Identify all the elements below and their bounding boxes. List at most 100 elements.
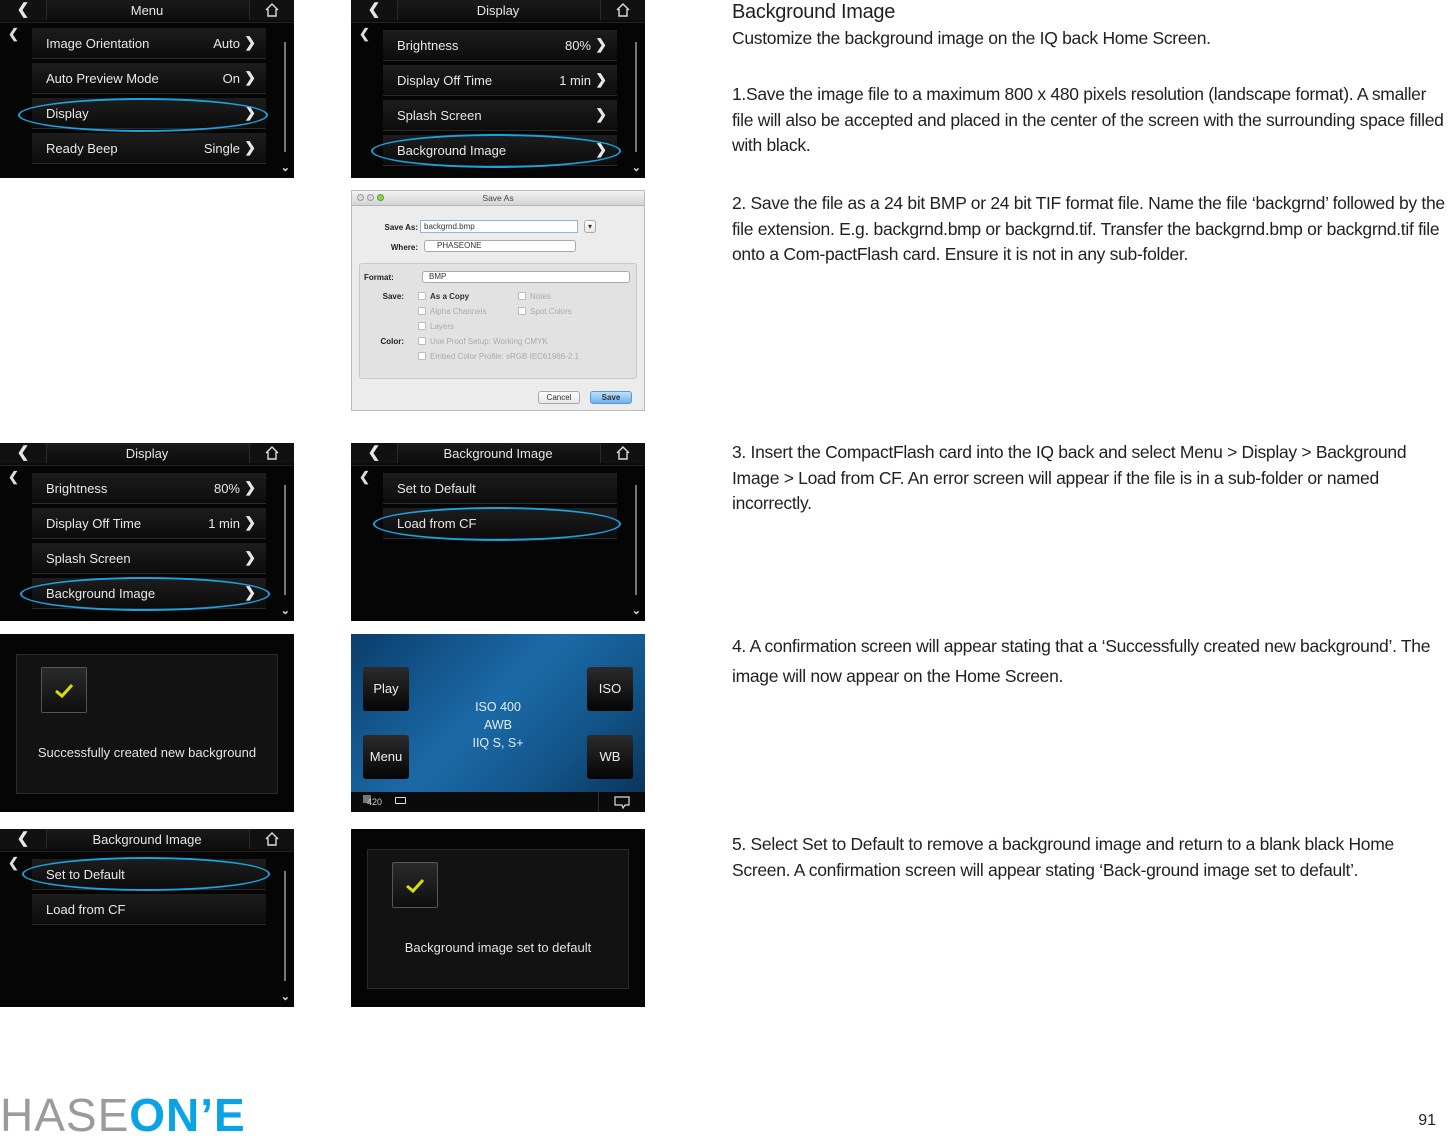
home-button[interactable] (249, 0, 294, 20)
menu-item-load-from-cf[interactable]: Load from CF (32, 894, 266, 925)
confirm-button[interactable] (392, 862, 438, 908)
menu-item-auto-preview-mode[interactable]: Auto Preview Mode On ❯ (32, 63, 266, 94)
alpha-channels-checkbox[interactable] (418, 307, 426, 315)
menu-item-set-to-default[interactable]: Set to Default (383, 473, 617, 504)
option-label: Spot Colors (530, 307, 572, 316)
save-as-dialog: Save As Save As: backgrnd.bmp ▾ Where: P… (351, 190, 645, 411)
chevron-right-icon: ❯ (244, 549, 256, 565)
minimize-window-icon[interactable] (367, 194, 374, 201)
option-label: Alpha Channels (430, 307, 487, 316)
cancel-button[interactable]: Cancel (538, 391, 580, 404)
back-button[interactable]: ❮ (0, 829, 47, 849)
message-icon (614, 796, 630, 810)
message-button[interactable] (598, 792, 645, 812)
confirm-button[interactable] (41, 667, 87, 713)
menu-item-load-from-cf[interactable]: Load from CF (383, 508, 617, 539)
home-screen: Play Menu ISO WB ISO 400 AWB IIQ S, S+ 4… (351, 634, 645, 812)
chevron-right-icon: ❯ (595, 71, 607, 87)
menu-item-background-image[interactable]: Background Image ❯ (32, 578, 266, 609)
screen-title: Display (476, 3, 520, 18)
home-icon (616, 446, 630, 460)
dialog-titlebar: Save As (352, 191, 644, 206)
format-select[interactable]: BMP (422, 271, 630, 283)
item-label: Image Orientation (46, 36, 150, 51)
menu-item-brightness[interactable]: Brightness 80% ❯ (32, 473, 266, 504)
screen-header: ❮ Menu (0, 0, 294, 23)
color-label: Color: (380, 337, 404, 346)
scrollbar[interactable] (284, 42, 286, 152)
scrollbar[interactable] (284, 485, 286, 595)
iso-info: ISO 400 (475, 700, 521, 714)
wb-button[interactable]: WB (587, 735, 633, 779)
menu-item-image-orientation[interactable]: Image Orientation Auto ❯ (32, 28, 266, 59)
spot-colors-checkbox[interactable] (518, 307, 526, 315)
layers-checkbox[interactable] (418, 322, 426, 330)
menu-item-brightness[interactable]: Brightness 80% ❯ (383, 30, 617, 61)
chevron-left-icon: ❮ (16, 830, 30, 847)
close-window-icon[interactable] (357, 194, 364, 201)
as-a-copy-checkbox[interactable] (418, 292, 426, 300)
side-back-icon[interactable]: ❮ (359, 469, 370, 485)
back-button[interactable]: ❮ (351, 443, 398, 463)
save-button[interactable]: Save (590, 391, 632, 404)
home-button[interactable] (600, 0, 645, 20)
embed-color-profile-checkbox[interactable] (418, 352, 426, 360)
home-button[interactable] (600, 443, 645, 463)
expand-dialog-button[interactable]: ▾ (584, 220, 596, 233)
menu-item-set-to-default[interactable]: Set to Default (32, 859, 266, 890)
side-back-icon[interactable]: ❮ (8, 469, 19, 485)
scrollbar[interactable] (284, 871, 286, 981)
menu-item-display[interactable]: Display ❯ (32, 98, 266, 129)
side-back-icon[interactable]: ❮ (359, 26, 370, 42)
menu-item-splash-screen[interactable]: Splash Screen ❯ (32, 543, 266, 574)
filename-input[interactable]: backgrnd.bmp (420, 220, 578, 233)
item-label: Splash Screen (397, 108, 482, 123)
where-select[interactable]: PHASEONE (424, 240, 576, 252)
chevron-down-icon[interactable]: ⌄ (632, 604, 641, 617)
side-back-icon[interactable]: ❮ (8, 855, 19, 871)
menu-item-ready-beep[interactable]: Ready Beep Single ❯ (32, 133, 266, 164)
step-4: 4. A confirmation screen will appear sta… (732, 636, 1431, 686)
play-button[interactable]: Play (363, 667, 409, 711)
save-options-label: Save: (382, 292, 404, 301)
notes-checkbox[interactable] (518, 292, 526, 300)
menu-item-splash-screen[interactable]: Splash Screen ❯ (383, 100, 617, 131)
item-label: Splash Screen (46, 551, 131, 566)
heading-block: Background Image Customize the backgroun… (732, 0, 1448, 51)
battery-icon (395, 797, 406, 804)
scrollbar[interactable] (635, 42, 637, 152)
menu-screen: ❮ Menu ❮ Image Orientation Auto ❯ Auto Pre… (0, 0, 294, 178)
chevron-down-icon[interactable]: ⌄ (632, 161, 641, 174)
back-button[interactable]: ❮ (351, 0, 398, 20)
success-confirmation-screen: Successfully created new background (0, 634, 294, 812)
chevron-down-icon[interactable]: ⌄ (281, 990, 290, 1003)
status-bar: 420 (351, 792, 645, 812)
zoom-window-icon[interactable] (377, 194, 384, 201)
menu-item-display-off-time[interactable]: Display Off Time 1 min ❯ (383, 65, 617, 96)
use-proof-setup-checkbox[interactable] (418, 337, 426, 345)
menu-button[interactable]: Menu (363, 735, 409, 779)
back-button[interactable]: ❮ (0, 443, 47, 463)
dialog-title: Save As (482, 193, 514, 203)
iso-button[interactable]: ISO (587, 667, 633, 711)
menu-item-display-off-time[interactable]: Display Off Time 1 min ❯ (32, 508, 266, 539)
capture-info: ISO 400 AWB IIQ S, S+ (451, 698, 545, 752)
home-icon (265, 3, 279, 17)
chevron-right-icon: ❯ (244, 139, 256, 155)
chevron-right-icon: ❯ (595, 36, 607, 52)
home-button[interactable] (249, 443, 294, 463)
chevron-down-icon[interactable]: ⌄ (281, 161, 290, 174)
file-format-info: IIQ S, S+ (472, 736, 524, 750)
chevron-down-icon[interactable]: ⌄ (281, 604, 290, 617)
back-button[interactable]: ❮ (0, 0, 47, 20)
checkmark-icon (55, 683, 74, 699)
chevron-left-icon: ❮ (16, 1, 30, 18)
screen-header: ❮ Background Image (0, 829, 294, 852)
scrollbar[interactable] (635, 485, 637, 595)
side-back-icon[interactable]: ❮ (8, 26, 19, 42)
menu-item-background-image[interactable]: Background Image ❯ (383, 135, 617, 166)
logo-bold-text: ON’E (129, 1089, 246, 1141)
home-button[interactable] (249, 829, 294, 849)
item-label: Ready Beep (46, 141, 118, 156)
screen-title: Menu (130, 3, 164, 18)
